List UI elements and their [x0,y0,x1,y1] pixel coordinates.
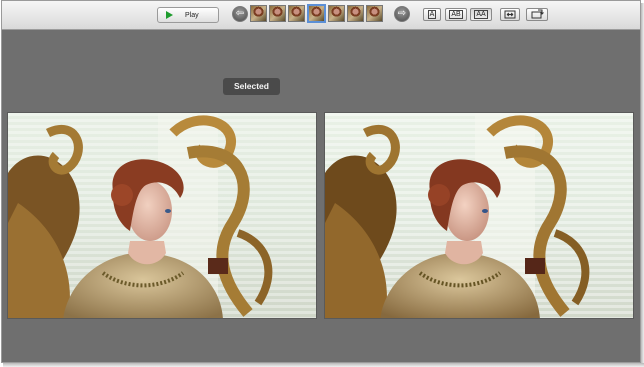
selected-badge: Selected [223,78,280,95]
next-button[interactable]: ⇨ [394,6,410,22]
view-mode-a-label: A [427,10,437,19]
previous-button[interactable]: ⇦ [232,6,248,22]
right-arrow-icon: ⇨ [397,8,407,19]
play-icon [166,11,173,19]
app-window: Play ⇦ ⇨ A AB AA Selected [1,0,641,363]
view-mode-compare-button[interactable]: AB [445,8,467,21]
thumbnail-6[interactable] [347,5,364,22]
play-label: Play [185,11,199,19]
toolbar: Play ⇦ ⇨ A AB AA [2,1,640,30]
thumbnail-4-selected[interactable] [307,4,326,23]
thumbnail-5[interactable] [328,5,345,22]
view-mode-ab-label: AB [449,10,463,19]
swap-icon [504,10,516,19]
photo-right[interactable] [324,112,634,319]
thumbnail-3[interactable] [288,5,305,22]
swap-button[interactable] [500,8,520,21]
play-button[interactable]: Play [157,7,219,23]
view-mode-aa-label: AA [474,10,488,19]
thumbnail-strip [250,4,383,25]
window-shadow-bottom [3,363,644,367]
thumbnail-1[interactable] [250,5,267,22]
thumbnail-7[interactable] [366,5,383,22]
left-arrow-icon: ⇦ [235,8,245,19]
thumbnail-2[interactable] [269,5,286,22]
photo-left[interactable] [7,112,317,319]
rotate-icon [531,9,544,19]
view-mode-side-by-side-button[interactable]: AA [470,8,492,21]
rotate-button[interactable] [526,8,548,21]
view-mode-single-button[interactable]: A [423,8,441,21]
